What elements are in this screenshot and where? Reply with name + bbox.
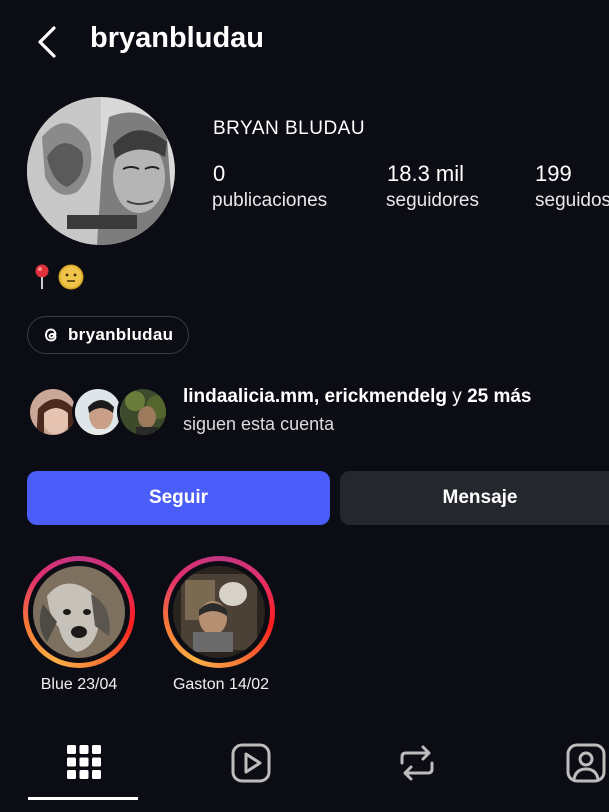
active-tab-indicator (28, 797, 138, 800)
follow-button[interactable]: Seguir (27, 471, 330, 525)
posts-label: publicaciones (212, 190, 328, 211)
threads-icon (45, 328, 57, 342)
followers-count[interactable]: 18.3 mil (387, 161, 464, 187)
threads-handle[interactable]: bryanbludau (68, 325, 173, 345)
pin-icon (35, 264, 49, 289)
highlight-thumbnail (173, 566, 265, 658)
followers-label[interactable]: seguidores (386, 190, 479, 212)
highlight-label[interactable]: Gaston 14/02 (160, 676, 282, 694)
tagged-icon[interactable] (566, 743, 606, 783)
mutual-avatar-3[interactable] (117, 386, 169, 438)
highlight-gaston[interactable] (163, 556, 275, 668)
smiley-face-icon (58, 264, 84, 290)
message-button[interactable]: Mensaje (340, 471, 609, 525)
mutual-followers-subtext: siguen esta cuenta (183, 414, 335, 434)
highlight-thumbnail (33, 566, 125, 658)
profile-avatar[interactable] (27, 97, 175, 245)
reposts-icon[interactable] (398, 743, 436, 783)
posts-count: 0 (213, 161, 226, 186)
grid-icon[interactable] (67, 745, 101, 779)
following-label[interactable]: seguidos (535, 190, 609, 212)
highlight-label[interactable]: Blue 23/04 (18, 676, 140, 694)
following-count[interactable]: 199 (535, 161, 572, 187)
back-arrow-icon[interactable] (30, 24, 66, 60)
reels-icon[interactable] (231, 743, 271, 783)
mutual-followers-text[interactable]: lindaalicia.mm, erickmendelg y 25 más (183, 386, 532, 408)
highlight-blue[interactable] (23, 556, 135, 668)
display-name: BRYAN BLUDAU (213, 118, 366, 139)
profile-username-title: bryanbludau (90, 22, 265, 54)
